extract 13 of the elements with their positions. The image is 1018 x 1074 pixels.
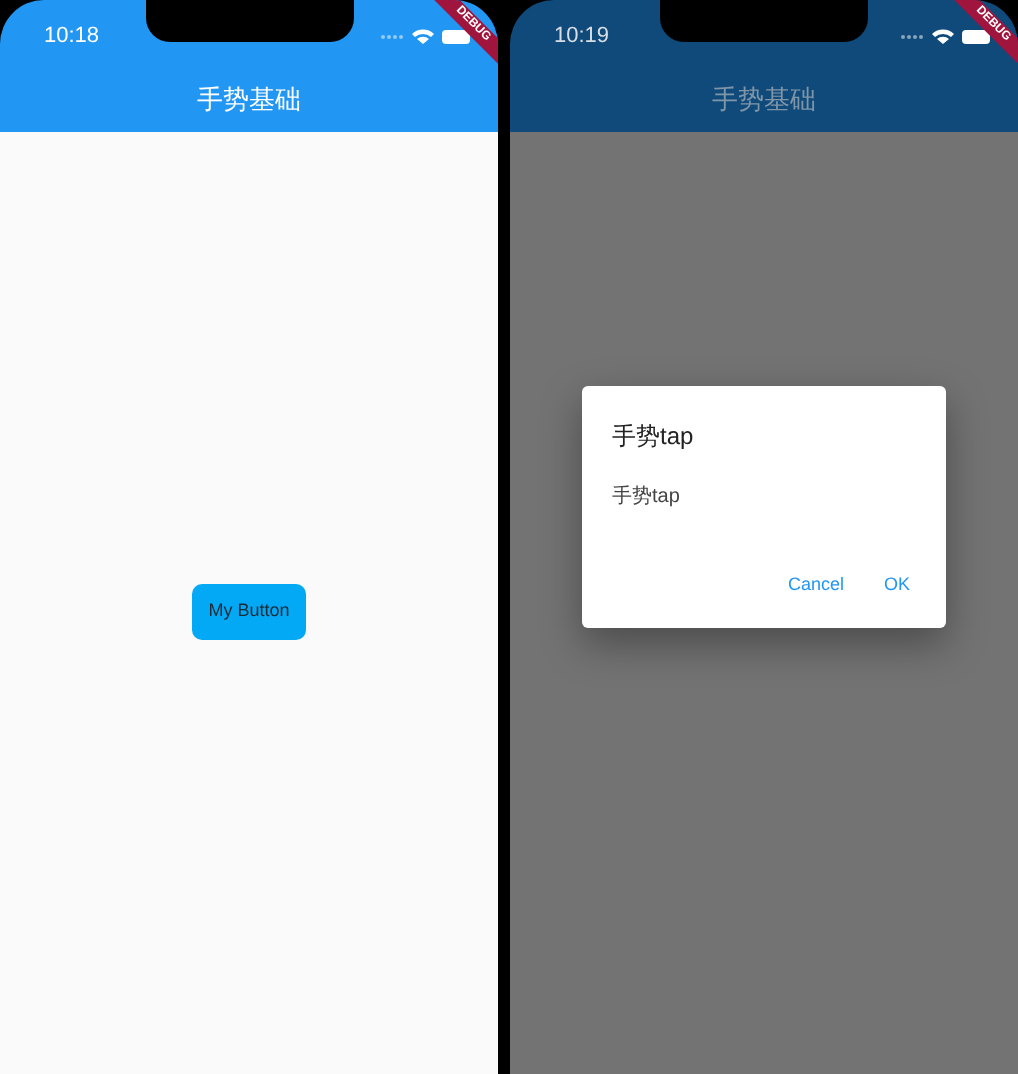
status-time: 10:18 — [44, 21, 100, 52]
signal-icon — [380, 33, 404, 39]
app-title: 手势基础 — [197, 82, 301, 119]
signal-icon — [900, 33, 924, 39]
wifi-icon — [412, 28, 434, 44]
status-time: 10:19 — [554, 21, 610, 52]
dialog-action[interactable]: Cancel — [771, 568, 860, 604]
my-button[interactable]: My Button — [192, 584, 306, 640]
app-title: 手势基础 — [712, 82, 816, 119]
dialog-message: 手势tap — [610, 483, 682, 513]
dialog-title: 手势tap — [610, 420, 696, 455]
wifi-icon — [932, 28, 954, 44]
dialog-action[interactable]: OK — [867, 568, 926, 604]
